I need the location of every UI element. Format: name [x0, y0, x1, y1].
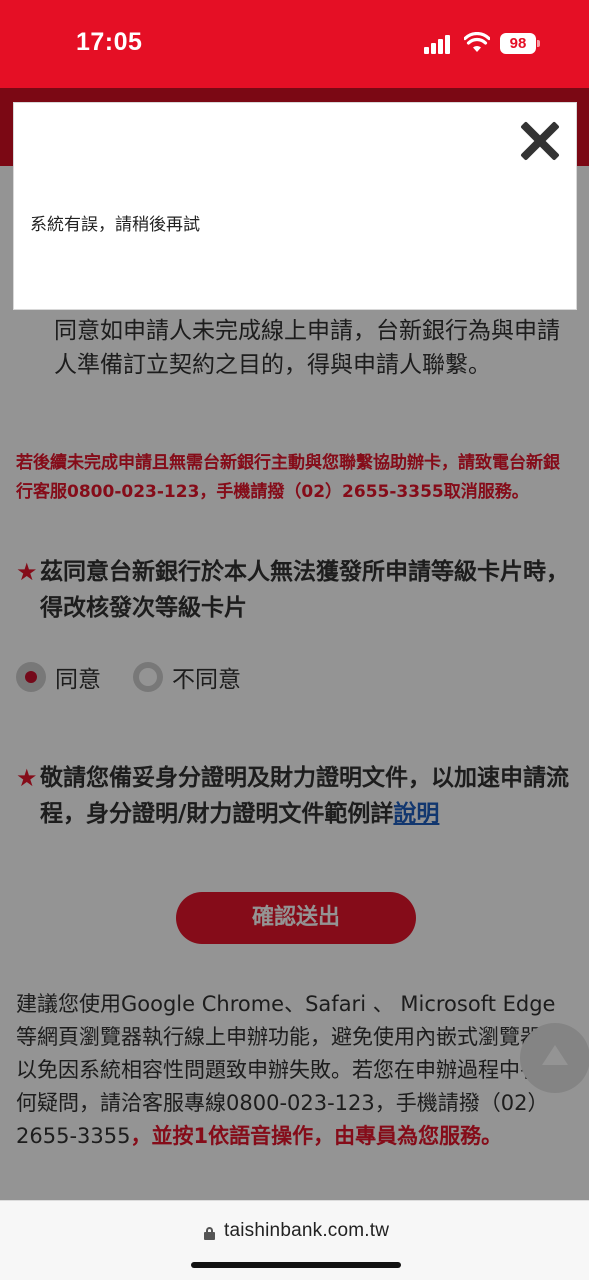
- error-message: 系統有誤，請稍後再試: [30, 215, 200, 235]
- close-icon[interactable]: [520, 121, 560, 161]
- lock-icon: [204, 1227, 215, 1240]
- battery-icon: 98: [500, 33, 540, 54]
- wifi-icon: [464, 32, 490, 52]
- status-time: 17:05: [76, 28, 143, 56]
- url-text[interactable]: taishinbank.com.tw: [224, 1220, 389, 1242]
- browser-address-bar: taishinbank.com.tw: [0, 1200, 589, 1280]
- status-bar: 17:05 98: [0, 0, 589, 88]
- home-indicator: [191, 1262, 401, 1268]
- error-modal: 系統有誤，請稍後再試: [13, 102, 577, 310]
- battery-level: 98: [500, 33, 536, 54]
- signal-icon: [424, 34, 454, 54]
